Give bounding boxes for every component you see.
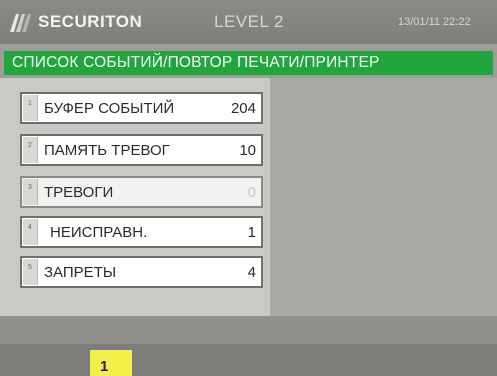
key-number: 5	[23, 259, 38, 285]
footer-tab-1[interactable]: 1	[90, 350, 132, 376]
menu-item-label: ТРЕВОГИ	[44, 184, 114, 201]
brand-name: SECURITON	[38, 12, 143, 31]
menu-item-count: 204	[230, 100, 256, 117]
menu-item-alarm-memory[interactable]: 2 ПАМЯТЬ ТРЕВОГ 10	[20, 134, 263, 166]
menu-item-label: ЗАПРЕТЫ	[44, 264, 117, 281]
date-time: 13/01/11 22:22	[398, 16, 471, 28]
menu-item-count: 1	[247, 224, 256, 241]
key-number: 4	[23, 219, 38, 245]
access-level: LEVEL 2	[214, 12, 284, 31]
header-bar: SECURITON LEVEL 2 13/01/11 22:22	[0, 0, 497, 44]
menu-item-alarms[interactable]: 3 ТРЕВОГИ 0	[20, 176, 263, 208]
status-strip	[0, 316, 497, 344]
panel-screen: SECURITON LEVEL 2 13/01/11 22:22 СПИСОК …	[0, 0, 497, 376]
menu-item-count: 0	[247, 184, 256, 201]
menu-item-count: 4	[247, 264, 256, 281]
menu-panel: 1 БУФЕР СОБЫТИЙ 204 2 ПАМЯТЬ ТРЕВОГ 10 3…	[0, 78, 270, 316]
key-number: 3	[23, 179, 38, 205]
title-bar: СПИСОК СОБЫТИЙ/ПОВТОР ПЕЧАТИ/ПРИНТЕР	[4, 51, 493, 75]
menu-item-label: БУФЕР СОБЫТИЙ	[44, 100, 175, 117]
key-number: 1	[23, 95, 38, 121]
key-number: 2	[23, 137, 38, 163]
menu-item-disablements[interactable]: 5 ЗАПРЕТЫ 4	[20, 256, 263, 288]
menu-item-count: 10	[239, 142, 256, 159]
footer-bar	[0, 344, 497, 376]
menu-item-faults[interactable]: 4 НЕИСПРАВН. 1	[20, 216, 263, 248]
menu-item-label: НЕИСПРАВН.	[50, 224, 148, 241]
menu-item-event-buffer[interactable]: 1 БУФЕР СОБЫТИЙ 204	[20, 92, 263, 124]
page-title: СПИСОК СОБЫТИЙ/ПОВТОР ПЕЧАТИ/ПРИНТЕР	[12, 54, 380, 71]
securiton-logo-icon	[10, 14, 31, 32]
detail-panel	[270, 78, 497, 316]
menu-item-label: ПАМЯТЬ ТРЕВОГ	[44, 142, 170, 159]
